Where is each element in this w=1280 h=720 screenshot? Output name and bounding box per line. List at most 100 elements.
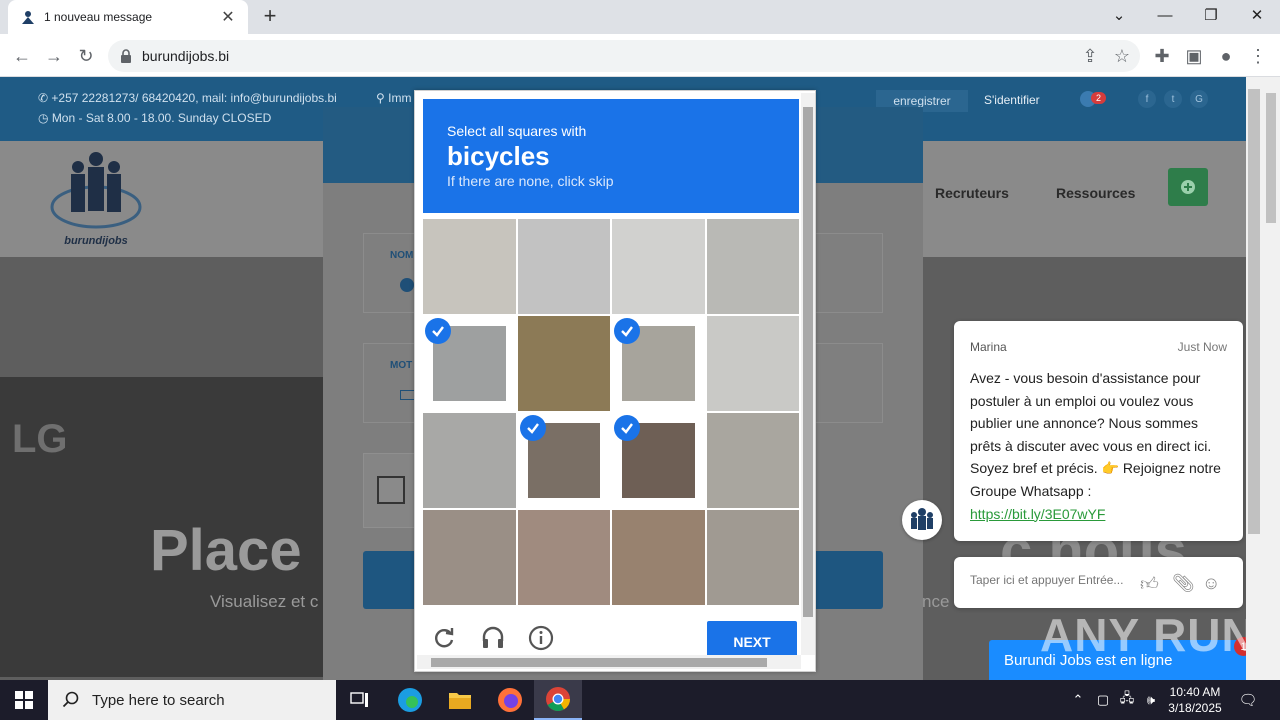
captcha-tile-image xyxy=(517,316,610,411)
login-link[interactable]: S'identifier xyxy=(984,93,1040,107)
captcha-tile[interactable] xyxy=(517,316,610,411)
attachment-icon[interactable]: 📎︎ xyxy=(1172,573,1195,593)
chat-message-body: Avez - vous besoin d'assistance pour pos… xyxy=(970,370,1221,499)
windows-logo-icon xyxy=(15,691,33,709)
captcha-tile-image xyxy=(423,510,516,605)
captcha-tile-grid xyxy=(423,219,799,605)
captcha-tile[interactable] xyxy=(612,219,705,314)
cart-count-badge: 2 xyxy=(1091,92,1107,104)
captcha-tile[interactable] xyxy=(706,413,799,508)
tray-device-icon[interactable]: ▢ xyxy=(1092,680,1114,720)
checkmark-icon xyxy=(614,415,640,441)
nav-recruteurs[interactable]: Recruteurs xyxy=(935,185,1009,201)
nav-ressources[interactable]: Ressources xyxy=(1056,185,1135,201)
task-view-icon[interactable] xyxy=(336,680,384,720)
captcha-tile[interactable] xyxy=(706,316,799,411)
captcha-vertical-scrollbar[interactable] xyxy=(801,93,815,655)
captcha-tile[interactable] xyxy=(517,510,610,605)
emoji-icon[interactable]: ☺ xyxy=(1202,573,1222,593)
taskbar-clock[interactable]: 10:40 AM 3/18/2025 xyxy=(1160,684,1230,716)
google-icon[interactable]: G xyxy=(1190,90,1208,108)
captcha-instruction: Select all squares with xyxy=(447,123,587,139)
browser-tab[interactable]: 1 nouveau message ✕ xyxy=(8,0,248,34)
chat-whatsapp-link[interactable]: https://bit.ly/3E07wYF xyxy=(970,506,1105,522)
forward-arrow-icon[interactable]: → xyxy=(40,42,68,70)
captcha-tile-image xyxy=(706,413,799,508)
reload-icon[interactable]: ↻ xyxy=(72,42,100,70)
recaptcha-checkbox[interactable] xyxy=(377,476,405,504)
bookmark-star-icon[interactable]: ☆ xyxy=(1108,42,1136,70)
captcha-tile[interactable] xyxy=(423,510,516,605)
checkmark-icon xyxy=(425,318,451,344)
checkmark-icon xyxy=(614,318,640,344)
plus-circle-icon xyxy=(1181,180,1195,194)
captcha-tile[interactable] xyxy=(612,316,705,411)
tab-search-chevron-icon[interactable]: ⌄ xyxy=(1096,0,1142,30)
captcha-tile[interactable] xyxy=(423,316,516,411)
browser-menu-icon[interactable]: ⋮ xyxy=(1244,42,1272,70)
chat-input-box: 👍︎ 📎︎ ☺ xyxy=(954,557,1243,608)
url-text: burundijobs.bi xyxy=(142,48,230,64)
start-button[interactable] xyxy=(0,680,48,720)
chat-message-text: Avez - vous besoin d'assistance pour pos… xyxy=(970,367,1232,525)
lg-logo-text: LG xyxy=(12,417,68,461)
extensions-puzzle-icon[interactable]: ✚ xyxy=(1148,42,1176,70)
close-window-button[interactable]: ✕ xyxy=(1234,0,1280,30)
volume-icon[interactable]: 🕪︎ xyxy=(1140,680,1162,720)
profile-avatar-icon[interactable]: ● xyxy=(1212,42,1240,70)
captcha-tile[interactable] xyxy=(706,219,799,314)
search-icon xyxy=(62,691,79,708)
thumbs-up-icon[interactable]: 👍︎ xyxy=(1140,573,1160,594)
captcha-tile[interactable] xyxy=(517,219,610,314)
captcha-tile[interactable] xyxy=(706,510,799,605)
captcha-tile[interactable] xyxy=(612,413,705,508)
captcha-target: bicycles xyxy=(447,141,550,171)
location-line: ⚲ Imm xyxy=(376,91,412,105)
chat-agent-name: Marina xyxy=(970,340,1007,354)
network-icon[interactable]: 🖧︎ xyxy=(1116,680,1138,720)
captcha-tile[interactable] xyxy=(423,413,516,508)
hero-subtitle-right: nce xyxy=(922,592,950,611)
captcha-tile-image xyxy=(423,413,516,508)
side-panel-icon[interactable]: ▣ xyxy=(1180,42,1208,70)
lock-icon xyxy=(121,49,131,63)
captcha-tile-image xyxy=(612,219,705,314)
notifications-icon[interactable]: 🗨︎ xyxy=(1236,680,1260,720)
info-icon[interactable] xyxy=(528,625,554,651)
minimize-button[interactable]: — xyxy=(1142,0,1188,30)
captcha-tile-image xyxy=(706,510,799,605)
firefox-icon[interactable] xyxy=(486,680,534,720)
password-label: MOT xyxy=(390,360,413,371)
back-arrow-icon[interactable]: ← xyxy=(8,42,36,70)
twitter-icon[interactable]: t xyxy=(1164,90,1182,108)
chrome-icon[interactable] xyxy=(534,680,582,720)
captcha-tile[interactable] xyxy=(423,219,516,314)
chat-input[interactable] xyxy=(970,573,1130,587)
file-explorer-icon[interactable] xyxy=(436,680,484,720)
new-tab-button[interactable]: + xyxy=(258,5,282,29)
tab-close-icon[interactable]: ✕ xyxy=(220,7,236,27)
captcha-tile-image xyxy=(706,219,799,314)
reload-challenge-icon[interactable] xyxy=(431,625,457,651)
captcha-tile[interactable] xyxy=(517,413,610,508)
edge-icon[interactable] xyxy=(386,680,434,720)
add-plus-button[interactable] xyxy=(1168,168,1208,206)
restore-button[interactable]: ❐ xyxy=(1188,0,1234,30)
captcha-tile-image xyxy=(517,510,610,605)
chat-agent-avatar xyxy=(902,500,942,540)
site-favicon-icon xyxy=(22,11,34,24)
hours-line: ◷ Mon - Sat 8.00 - 18.00. Sunday CLOSED xyxy=(38,111,272,125)
facebook-icon[interactable]: f xyxy=(1138,90,1156,108)
burundijobs-logo[interactable]: burundijobs xyxy=(48,147,144,247)
address-bar[interactable]: burundijobs.bi xyxy=(108,40,1140,72)
captcha-hint: If there are none, click skip xyxy=(447,173,614,189)
captcha-tile[interactable] xyxy=(612,510,705,605)
captcha-horizontal-scrollbar[interactable] xyxy=(417,655,801,669)
taskbar-search[interactable]: Type here to search xyxy=(48,680,336,720)
audio-challenge-icon[interactable] xyxy=(480,625,506,651)
share-icon[interactable]: ⇪ xyxy=(1076,42,1104,70)
tray-chevron-icon[interactable]: ⌃ xyxy=(1068,680,1088,720)
outer-scrollbar[interactable] xyxy=(1262,77,1280,680)
tab-strip: 1 nouveau message ✕ + ⌄ — ❐ ✕ xyxy=(0,0,1280,34)
taskbar-search-placeholder: Type here to search xyxy=(92,691,225,709)
